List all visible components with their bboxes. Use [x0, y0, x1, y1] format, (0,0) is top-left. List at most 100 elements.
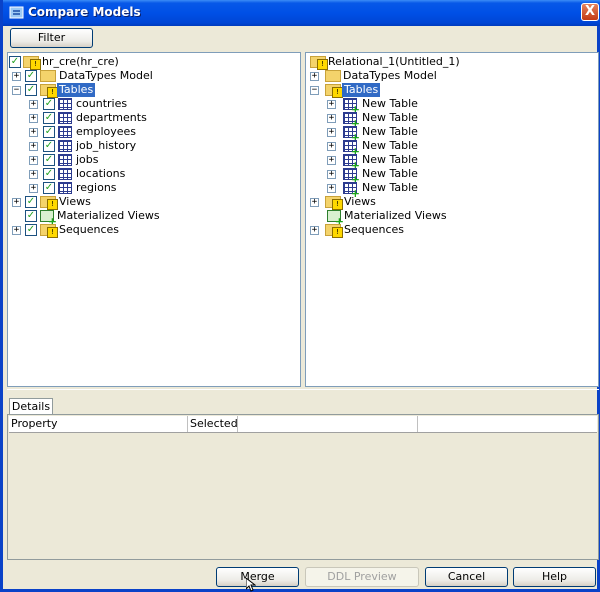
table-row[interactable]: + ✓ jobs: [9, 153, 289, 167]
expand-icon[interactable]: +: [12, 226, 21, 235]
collapse-icon[interactable]: −: [310, 86, 319, 95]
checkbox[interactable]: ✓: [25, 210, 37, 222]
table-row[interactable]: + New Table: [307, 181, 587, 198]
ddl-preview-button[interactable]: DDL Preview: [305, 567, 419, 587]
expand-icon[interactable]: +: [29, 142, 38, 151]
expand-icon[interactable]: +: [310, 226, 319, 235]
table-icon: [58, 98, 72, 110]
details-panel: Property Selected: [7, 414, 599, 560]
checkbox[interactable]: ✓: [43, 154, 55, 166]
table-row[interactable]: + New Table: [307, 167, 587, 184]
merge-button[interactable]: Merge: [216, 567, 299, 587]
table-row[interactable]: + New Table: [307, 125, 587, 142]
tree-node-mviews[interactable]: ✓ Materialized Views: [9, 209, 289, 226]
table-row[interactable]: + New Table: [307, 111, 587, 128]
node-label: DataTypes Model: [59, 69, 153, 82]
expand-icon[interactable]: +: [29, 128, 38, 137]
checkbox[interactable]: ✓: [25, 196, 37, 208]
left-model-tree[interactable]: ✓ hr_cre(hr_cre) + ✓ DataTypes Model − ✓…: [7, 52, 301, 387]
expand-icon[interactable]: +: [29, 156, 38, 165]
tree-root[interactable]: Relational_1(Untitled_1): [307, 55, 587, 70]
checkbox[interactable]: ✓: [25, 70, 37, 82]
expand-icon[interactable]: +: [29, 170, 38, 179]
filter-button[interactable]: Filter: [10, 28, 93, 48]
new-table-icon: [343, 112, 360, 128]
table-row[interactable]: + ✓ regions: [9, 181, 289, 195]
checkbox[interactable]: ✓: [9, 56, 21, 68]
mouse-cursor-icon: [246, 578, 256, 592]
node-label: Sequences: [59, 223, 119, 236]
table-row[interactable]: + New Table: [307, 139, 587, 156]
tree-node-sequences[interactable]: + Sequences: [307, 223, 587, 238]
tree-node-mviews[interactable]: Materialized Views: [307, 209, 587, 226]
table-row[interactable]: + ✓ employees: [9, 125, 289, 139]
expand-icon[interactable]: +: [310, 198, 319, 207]
tree-node-views[interactable]: + Views: [307, 195, 587, 210]
expand-icon[interactable]: +: [327, 100, 336, 109]
table-label: jobs: [76, 153, 99, 166]
expand-icon[interactable]: +: [310, 72, 319, 81]
expand-icon[interactable]: +: [327, 142, 336, 151]
column-header-empty[interactable]: [418, 416, 597, 432]
tree-root[interactable]: ✓ hr_cre(hr_cre): [9, 55, 289, 70]
tree-node-views[interactable]: + ✓ Views: [9, 195, 289, 210]
model-folder-icon: [310, 56, 328, 70]
new-table-icon: [343, 154, 360, 170]
collapse-icon[interactable]: −: [12, 86, 21, 95]
table-row[interactable]: + ✓ locations: [9, 167, 289, 181]
expand-icon[interactable]: +: [29, 100, 38, 109]
expand-icon[interactable]: +: [12, 198, 21, 207]
table-row[interactable]: + ✓ job_history: [9, 139, 289, 153]
checkbox[interactable]: ✓: [43, 182, 55, 194]
column-header-property[interactable]: Property: [9, 416, 188, 432]
checkbox[interactable]: ✓: [43, 112, 55, 124]
expand-icon[interactable]: +: [29, 114, 38, 123]
expand-icon[interactable]: +: [29, 184, 38, 193]
compare-models-dialog: Compare Models X Filter ✓ hr_cre(hr_cre)…: [0, 0, 600, 592]
table-row[interactable]: + New Table: [307, 97, 587, 114]
tree-node-datatypes[interactable]: + DataTypes Model: [307, 69, 587, 83]
cancel-button[interactable]: Cancel: [425, 567, 508, 587]
expand-icon[interactable]: +: [327, 114, 336, 123]
checkbox[interactable]: ✓: [43, 98, 55, 110]
table-row[interactable]: + ✓ departments: [9, 111, 289, 125]
tree-node-datatypes[interactable]: + ✓ DataTypes Model: [9, 69, 289, 83]
horizontal-splitter[interactable]: [7, 389, 599, 393]
table-icon: [58, 182, 72, 194]
title-bar[interactable]: Compare Models X: [3, 0, 600, 26]
tree-node-sequences[interactable]: + ✓ Sequences: [9, 223, 289, 238]
expand-icon[interactable]: +: [327, 184, 336, 193]
model-folder-icon: [23, 56, 41, 70]
tab-details[interactable]: Details: [9, 398, 53, 414]
views-folder-icon: [325, 196, 343, 210]
checkbox[interactable]: ✓: [43, 140, 55, 152]
checkbox[interactable]: ✓: [43, 168, 55, 180]
table-label: New Table: [362, 167, 418, 180]
node-label: Views: [59, 195, 91, 208]
table-icon: [58, 168, 72, 180]
table-label: employees: [76, 125, 137, 138]
expand-icon[interactable]: +: [327, 156, 336, 165]
expand-icon[interactable]: +: [12, 72, 21, 81]
expand-icon[interactable]: +: [327, 128, 336, 137]
column-header-empty[interactable]: [238, 416, 418, 432]
tree-node-tables[interactable]: − ✓ Tables: [9, 83, 289, 98]
column-header-selected[interactable]: Selected: [188, 416, 238, 432]
table-row[interactable]: + ✓ countries: [9, 97, 289, 111]
new-table-icon: [343, 98, 360, 114]
help-button[interactable]: Help: [513, 567, 596, 587]
right-model-tree[interactable]: Relational_1(Untitled_1) + DataTypes Mod…: [305, 52, 599, 387]
node-label: Sequences: [344, 223, 404, 236]
new-table-icon: [343, 126, 360, 142]
checkbox[interactable]: ✓: [25, 84, 37, 96]
details-table: Property Selected: [9, 416, 597, 558]
table-label: departments: [76, 111, 147, 124]
expand-icon[interactable]: +: [327, 170, 336, 179]
table-label: New Table: [362, 181, 418, 194]
checkbox[interactable]: ✓: [43, 126, 55, 138]
checkbox[interactable]: ✓: [25, 224, 37, 236]
new-table-icon: [343, 140, 360, 156]
table-row[interactable]: + New Table: [307, 153, 587, 170]
tree-node-tables[interactable]: − Tables: [307, 83, 587, 98]
close-button[interactable]: X: [581, 3, 599, 21]
